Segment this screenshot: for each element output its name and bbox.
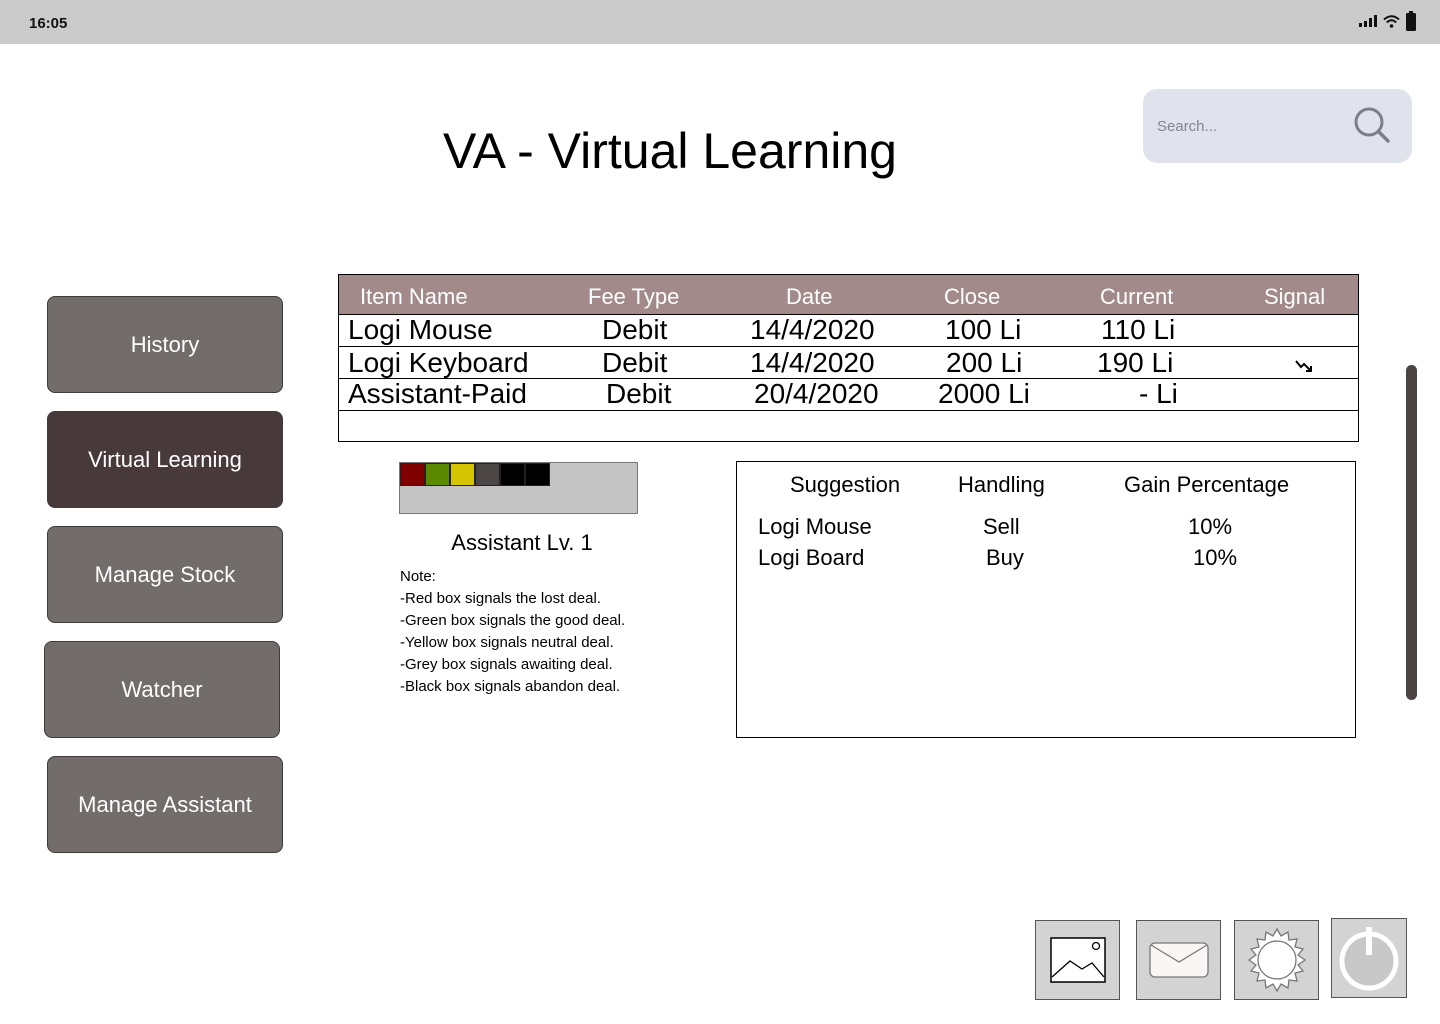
- signal-color-legend: [399, 462, 638, 514]
- cell-item-name: Assistant-Paid: [348, 378, 527, 409]
- column-header-fee-type: Fee Type: [588, 284, 680, 309]
- status-time: 16:05: [29, 15, 68, 32]
- wifi-icon: [1383, 14, 1400, 28]
- red-signal-box: [400, 463, 425, 486]
- green-signal-box: [425, 463, 450, 486]
- grey-signal-box: [475, 463, 500, 486]
- cell-close: 200 Li: [946, 347, 1023, 378]
- power-icon: [1339, 927, 1399, 991]
- cell-close: 2000 Li: [938, 378, 1030, 409]
- column-header-date: Date: [786, 284, 833, 309]
- table-row[interactable]: Assistant-Paid Debit 20/4/2020 2000 Li -…: [339, 378, 1358, 411]
- sidebar-item-watcher[interactable]: Watcher: [44, 641, 280, 738]
- note-line: -Yellow box signals neutral deal.: [400, 634, 614, 651]
- scrollbar[interactable]: [1406, 365, 1417, 700]
- black-signal-box: [500, 463, 525, 486]
- image-icon: [1049, 937, 1106, 983]
- cell-close: 100 Li: [945, 314, 1022, 345]
- note-heading: Note:: [400, 568, 436, 585]
- suggestion-item[interactable]: Logi Mouse: [758, 514, 872, 540]
- mail-button[interactable]: [1136, 920, 1221, 1000]
- cell-fee-type: Debit: [606, 378, 672, 409]
- column-header-item-name: Item Name: [360, 284, 468, 309]
- cell-fee-type: Debit: [602, 347, 668, 378]
- cell-date: 20/4/2020: [754, 378, 879, 409]
- sidebar-item-label: Manage Assistant: [78, 791, 252, 817]
- yellow-signal-box: [450, 463, 475, 486]
- assistant-level: Assistant Lv. 1: [451, 530, 593, 555]
- sidebar-item-label: Manage Stock: [94, 561, 236, 587]
- transactions-table: Item Name Fee Type Date Close Current Si…: [338, 274, 1359, 442]
- search-input[interactable]: [1157, 111, 1347, 141]
- cell-current: 110 Li: [1101, 314, 1176, 345]
- column-header-handling: Handling: [958, 472, 1045, 497]
- cell-date: 14/4/2020: [750, 347, 875, 378]
- table-row[interactable]: Logi Mouse Debit 14/4/2020 100 Li 110 Li: [339, 314, 1358, 347]
- settings-icon: [1247, 927, 1306, 993]
- signal-notes: Note: -Red box signals the lost deal. -G…: [400, 566, 700, 698]
- black-signal-box: [525, 463, 550, 486]
- note-line: -Grey box signals awaiting deal.: [400, 656, 613, 673]
- suggestions-panel: Suggestion Handling Gain Percentage Logi…: [736, 461, 1356, 738]
- cell-current: - Li: [1139, 378, 1178, 409]
- note-line: -Black box signals abandon deal.: [400, 678, 621, 695]
- trending-down-icon: [1295, 360, 1312, 372]
- sidebar-item-manage-assistant[interactable]: Manage Assistant: [47, 756, 283, 853]
- suggestion-item[interactable]: Logi Board: [758, 545, 864, 571]
- sidebar-item-label: Virtual Learning: [88, 446, 242, 472]
- status-bar: 16:05: [0, 0, 1440, 44]
- settings-button[interactable]: [1234, 920, 1319, 1000]
- note-line: -Green box signals the good deal.: [400, 612, 626, 629]
- suggestion-handling: Buy: [986, 545, 1024, 570]
- sidebar-item-manage-stock[interactable]: Manage Stock: [47, 526, 283, 623]
- table-header: Item Name Fee Type Date Close Current Si…: [339, 275, 1358, 315]
- system-indicators: [1359, 11, 1416, 31]
- note-line: -Red box signals the lost deal.: [400, 590, 601, 607]
- sidebar-item-virtual-learning[interactable]: Virtual Learning: [47, 411, 283, 508]
- sidebar-item-label: Watcher: [121, 676, 203, 702]
- cell-current: 190 Li: [1097, 347, 1174, 378]
- column-header-close: Close: [944, 284, 1001, 309]
- table-row[interactable]: Logi Keyboard Debit 14/4/2020 200 Li 190…: [339, 347, 1358, 379]
- cellular-signal-icon: [1359, 15, 1377, 27]
- cell-date: 14/4/2020: [750, 314, 875, 345]
- column-header-signal: Signal: [1264, 284, 1326, 309]
- column-header-suggestion: Suggestion: [790, 472, 901, 497]
- cell-fee-type: Debit: [602, 314, 668, 345]
- battery-icon: [1406, 11, 1416, 31]
- cell-item-name: Logi Mouse: [348, 314, 493, 345]
- search-icon[interactable]: [1353, 106, 1391, 144]
- sidebar-item-history[interactable]: History: [47, 296, 283, 393]
- column-header-current: Current: [1100, 284, 1174, 309]
- mail-icon: [1148, 942, 1209, 978]
- suggestion-handling: Sell: [983, 514, 1020, 539]
- power-button[interactable]: [1331, 918, 1407, 998]
- cell-item-name: Logi Keyboard: [348, 347, 529, 378]
- sidebar-item-label: History: [130, 331, 200, 357]
- suggestion-gain: 10%: [1193, 545, 1238, 570]
- page-title: VA - Virtual Learning: [443, 123, 897, 179]
- suggestion-gain: 10%: [1188, 514, 1233, 539]
- column-header-gain-percentage: Gain Percentage: [1124, 472, 1290, 497]
- image-button[interactable]: [1035, 920, 1120, 1000]
